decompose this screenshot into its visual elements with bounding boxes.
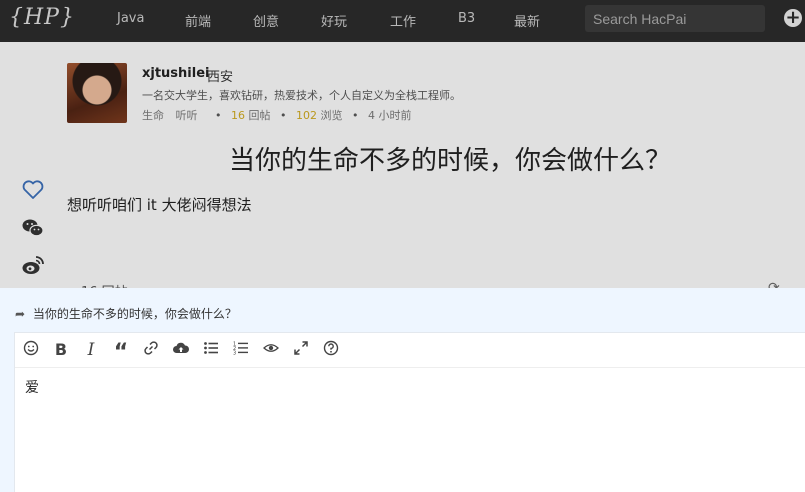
reply-target-title: 当你的生命不多的时候，你会做什么？ <box>32 307 237 321</box>
views-count: 102 <box>296 109 317 122</box>
posts-label: 回帖 <box>248 109 271 122</box>
preview-icon[interactable] <box>261 340 281 360</box>
separator-dot: • <box>352 109 359 122</box>
author-name[interactable]: xjtushilei <box>142 66 210 81</box>
post-time: 4 小时前 <box>368 109 412 122</box>
ordered-list-icon[interactable]: 123 <box>231 340 251 360</box>
reply-panel: ➦ 当你的生命不多的时候，你会做什么？ B I “ 123 爱 <box>0 288 805 492</box>
nav-creative[interactable]: 创意 <box>253 11 279 30</box>
tag-life[interactable]: 生命 <box>142 109 164 122</box>
comment-editor[interactable]: B I “ 123 爱 <box>14 332 805 492</box>
unordered-list-icon[interactable] <box>201 340 221 360</box>
heart-icon[interactable] <box>21 178 45 202</box>
article-title: 当你的生命不多的时候，你会做什么？ <box>228 146 671 176</box>
emoji-icon[interactable] <box>21 340 41 360</box>
nav-fun[interactable]: 好玩 <box>321 11 347 30</box>
article-body: 想听听咱们 it 大佬闷得想法 <box>67 196 252 214</box>
separator-dot: • <box>280 109 287 122</box>
editor-content[interactable]: 爱 <box>25 377 39 397</box>
views-label: 浏览 <box>320 109 343 122</box>
nav-b3[interactable]: B3 <box>458 11 475 26</box>
bold-icon[interactable]: B <box>51 340 71 360</box>
upload-icon[interactable] <box>171 340 191 360</box>
nav-java[interactable]: Java <box>117 11 144 26</box>
italic-icon[interactable]: I <box>81 340 101 360</box>
nav-work[interactable]: 工作 <box>390 11 416 30</box>
quote-icon[interactable]: “ <box>111 340 131 365</box>
site-logo[interactable]: {HP} <box>9 5 75 30</box>
svg-text:3: 3 <box>233 351 236 357</box>
share-arrow-icon: ➦ <box>15 307 26 321</box>
avatar[interactable] <box>67 63 127 123</box>
link-icon[interactable] <box>141 340 161 360</box>
search-input[interactable] <box>585 5 765 32</box>
nav-latest[interactable]: 最新 <box>514 11 540 30</box>
reply-target: ➦ 当你的生命不多的时候，你会做什么？ <box>15 305 237 322</box>
help-icon[interactable] <box>321 340 341 360</box>
tag-listen[interactable]: 听听 <box>176 109 198 122</box>
separator-dot: • <box>215 109 222 122</box>
top-nav-bar: {HP} Java 前端 创意 好玩 工作 B3 最新 + <box>0 0 805 42</box>
article-section: xjtushilei 西安 一名交大学生，喜欢钻研，热爱技术，个人自定义为全栈工… <box>0 42 805 300</box>
author-bio: 一名交大学生，喜欢钻研，热爱技术，个人自定义为全栈工程师。 <box>142 89 461 102</box>
editor-toolbar: B I “ 123 <box>15 333 805 368</box>
wechat-icon[interactable] <box>21 216 45 240</box>
posts-count: 16 <box>231 109 245 122</box>
fullscreen-icon[interactable] <box>291 340 311 360</box>
author-city: 西安 <box>207 70 234 85</box>
nav-frontend[interactable]: 前端 <box>185 11 211 30</box>
article-meta: 生命 听听 • 16 回帖 • 102 浏览 • 4 小时前 <box>142 107 412 123</box>
add-post-button[interactable]: + <box>784 9 802 27</box>
weibo-icon[interactable] <box>21 254 45 278</box>
